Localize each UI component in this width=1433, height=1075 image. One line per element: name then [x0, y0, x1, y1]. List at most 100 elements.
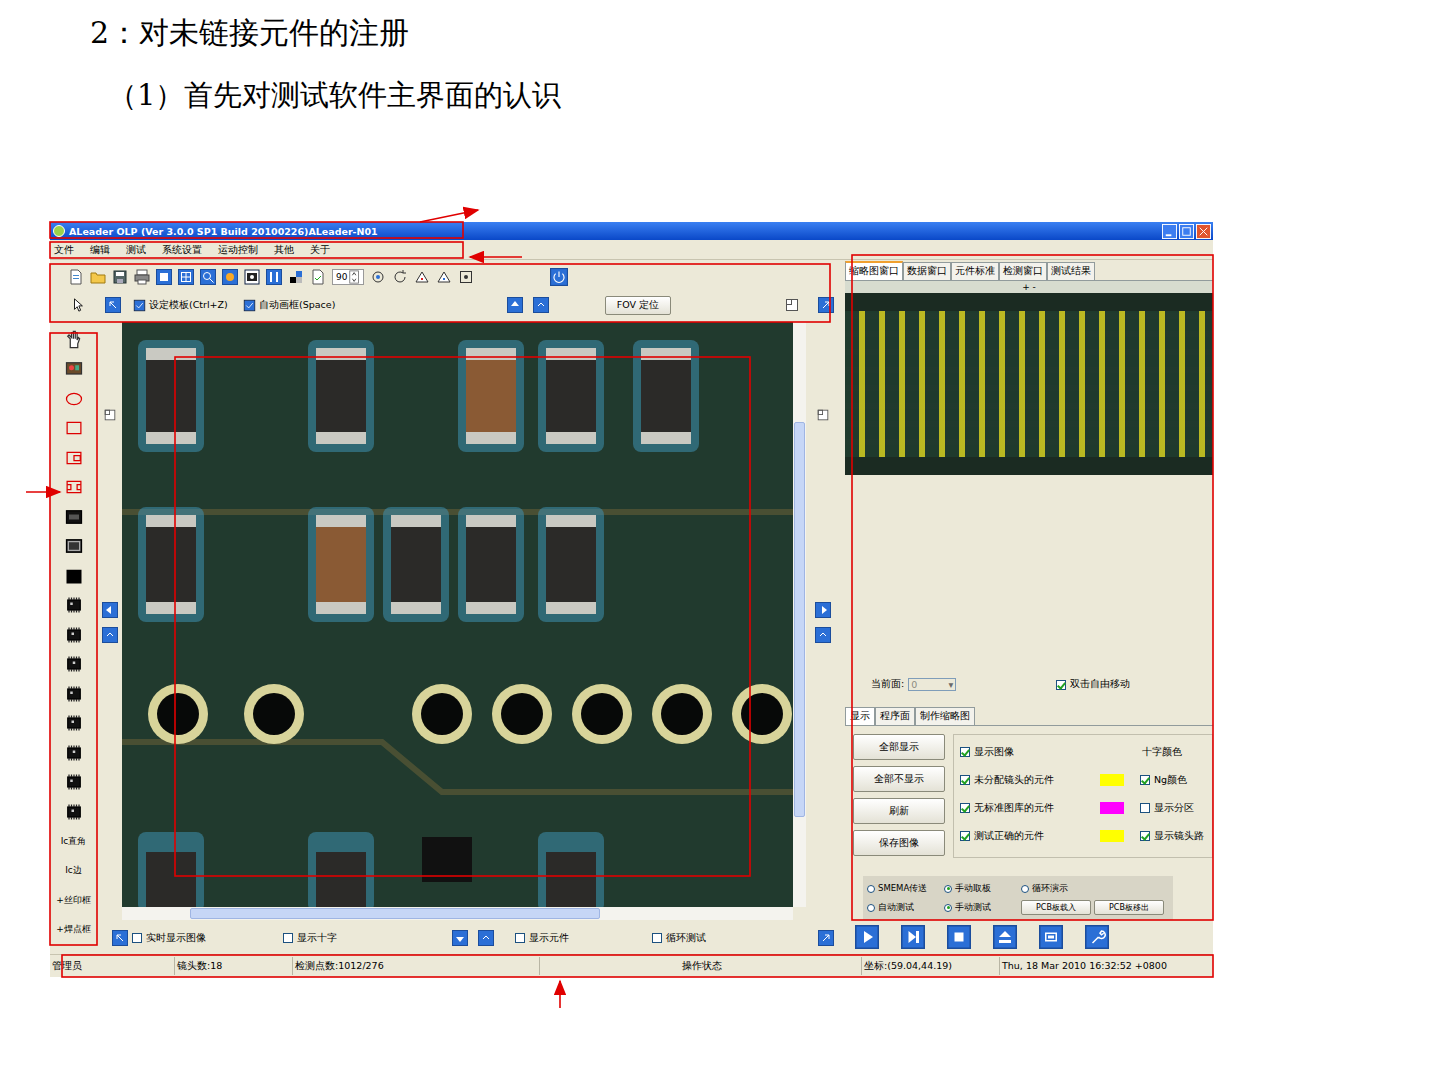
chipl-icon[interactable]	[64, 507, 84, 527]
pal-icon[interactable]	[222, 269, 238, 285]
chip-icon[interactable]	[64, 536, 84, 556]
tool-button[interactable]	[50, 561, 97, 591]
menu-item[interactable]: 文件	[54, 243, 74, 257]
sel-icon[interactable]	[156, 269, 172, 285]
step-left-icon[interactable]	[102, 627, 118, 643]
save-icon[interactable]	[112, 269, 128, 285]
tool-button[interactable]	[50, 414, 97, 444]
display-checkbox[interactable]: 无标准图库的元件	[960, 802, 1100, 815]
power-icon[interactable]	[550, 268, 568, 286]
tool-button[interactable]	[50, 768, 97, 798]
thumbnail-zoom[interactable]: + -	[845, 281, 1213, 293]
menu-item[interactable]: 关于	[310, 243, 330, 257]
view-option[interactable]: 显示元件	[515, 932, 652, 945]
set-template-toggle[interactable]: 设定模板(Ctrl+Z)	[133, 299, 243, 312]
tool-button[interactable]	[50, 532, 97, 562]
rotation-field[interactable]: 90	[332, 269, 364, 285]
grid-icon[interactable]	[178, 269, 194, 285]
expand-icon[interactable]	[818, 930, 834, 946]
tool-button[interactable]	[50, 797, 97, 827]
move-right-icon[interactable]	[815, 602, 831, 618]
auto-frame-toggle[interactable]: 自动画框(Space)	[243, 299, 450, 312]
panel-tab[interactable]: 元件标准	[951, 262, 999, 280]
play-icon[interactable]	[855, 925, 879, 949]
panel-tab[interactable]: 缩略图窗口	[845, 261, 903, 280]
tool-button[interactable]	[50, 650, 97, 680]
scroll-thumb[interactable]	[190, 908, 600, 919]
refresh-icon[interactable]	[392, 269, 408, 285]
panel-tab[interactable]: 检测窗口	[999, 262, 1047, 280]
cam-icon[interactable]	[244, 269, 260, 285]
ic0-icon[interactable]	[64, 595, 84, 615]
display-button[interactable]: 全部不显示	[853, 766, 945, 792]
display-checkbox[interactable]: 显示图像	[960, 746, 1100, 759]
display-checkbox[interactable]: 显示镜头路	[1140, 830, 1204, 843]
checker-icon[interactable]	[288, 269, 304, 285]
display-tab[interactable]: 显示	[845, 707, 875, 725]
bars-icon[interactable]	[266, 269, 282, 285]
move-up-icon[interactable]	[507, 297, 523, 313]
display-checkbox[interactable]: 显示分区	[1140, 802, 1194, 815]
transfer-mode-radio[interactable]: 手动取板	[944, 883, 1021, 895]
auto-frame-icon[interactable]	[243, 299, 256, 312]
tool-button[interactable]	[50, 738, 97, 768]
menu-item[interactable]: 运动控制	[218, 243, 258, 257]
transfer-mode-radio[interactable]: 循环演示	[1021, 883, 1169, 895]
zoom-icon[interactable]	[200, 269, 216, 285]
tri2-icon[interactable]	[436, 269, 452, 285]
rectc-icon[interactable]	[64, 448, 84, 468]
target-icon[interactable]	[458, 269, 474, 285]
square-icon[interactable]	[64, 566, 84, 586]
tool-button[interactable]	[50, 620, 97, 650]
scroll-thumb[interactable]	[794, 422, 805, 817]
doc-icon[interactable]	[68, 269, 84, 285]
playbar-icon[interactable]	[901, 925, 925, 949]
view-option[interactable]: 实时显示图像	[132, 932, 283, 945]
display-checkbox[interactable]: Ng颜色	[1140, 774, 1187, 787]
corner-arrow-icon[interactable]	[105, 297, 121, 313]
tool-button[interactable]	[50, 679, 97, 709]
frame-icon[interactable]	[103, 408, 117, 422]
tool-button[interactable]	[50, 355, 97, 385]
color-swatch[interactable]	[1100, 802, 1124, 814]
display-button[interactable]: 全部显示	[853, 734, 945, 760]
menu-item[interactable]: 测试	[126, 243, 146, 257]
view-option[interactable]: 显示十字	[283, 932, 452, 945]
wrench-icon[interactable]	[1085, 925, 1109, 949]
ic5-icon[interactable]	[64, 743, 84, 763]
expand-icon[interactable]	[818, 297, 834, 313]
display-tab[interactable]: 程序面	[875, 707, 915, 725]
tool-button[interactable]	[50, 502, 97, 532]
ic4-icon[interactable]	[64, 713, 84, 733]
vertical-scrollbar[interactable]	[793, 322, 806, 907]
ic2-icon[interactable]	[64, 654, 84, 674]
view-option[interactable]: 循环测试	[652, 932, 800, 945]
tool-button[interactable]	[50, 591, 97, 621]
free-move-checkbox[interactable]: 双击自由移动	[1056, 678, 1130, 691]
tool-button[interactable]: Ic边	[50, 856, 97, 886]
ic3-icon[interactable]	[64, 684, 84, 704]
ic6-icon[interactable]	[64, 772, 84, 792]
move-left-icon[interactable]	[102, 602, 118, 618]
tool-button[interactable]	[50, 443, 97, 473]
pcb-icon[interactable]	[64, 359, 84, 379]
rect-icon[interactable]	[64, 418, 84, 438]
pointer-icon[interactable]	[71, 298, 85, 312]
menu-item[interactable]: 系统设置	[162, 243, 202, 257]
move-down-icon[interactable]	[452, 930, 468, 946]
frame-icon[interactable]	[816, 408, 830, 422]
tool-button[interactable]	[50, 384, 97, 414]
spinner-icon[interactable]	[348, 270, 362, 284]
tri-icon[interactable]	[414, 269, 430, 285]
test-mode-radio[interactable]: 自动测试	[867, 902, 944, 914]
template-icon[interactable]	[133, 299, 146, 312]
step-right-icon[interactable]	[815, 627, 831, 643]
minimize-icon[interactable]	[1162, 224, 1177, 239]
panel-tab[interactable]: 测试结果	[1047, 262, 1095, 280]
eject-icon[interactable]	[993, 925, 1017, 949]
step-down-icon[interactable]	[478, 930, 494, 946]
panel-tab[interactable]: 数据窗口	[903, 262, 951, 280]
tool-button[interactable]: Ic直角	[50, 827, 97, 857]
corner-arrow-icon[interactable]	[112, 930, 128, 946]
ic7-icon[interactable]	[64, 802, 84, 822]
